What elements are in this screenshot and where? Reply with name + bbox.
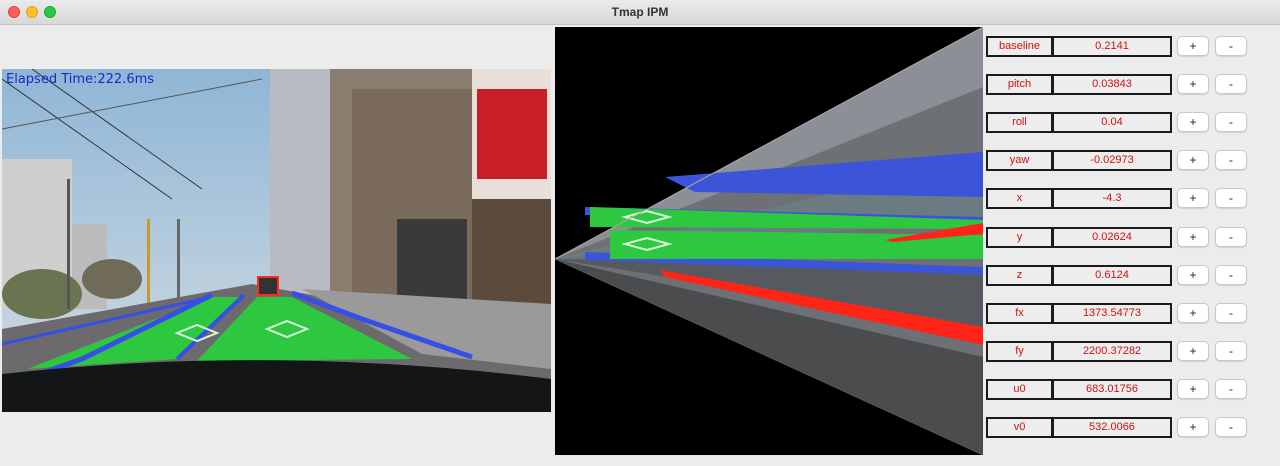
ipm-image [555, 27, 983, 455]
increase-fy-button[interactable]: + [1177, 341, 1209, 361]
param-value-v0: 532.0066 [1052, 417, 1172, 438]
elapsed-time-text: Elapsed Time:222.6ms [6, 72, 155, 87]
decrease-roll-button[interactable]: - [1215, 112, 1247, 132]
param-label-baseline: baseline [986, 36, 1053, 57]
title-bar: Tmap IPM [0, 0, 1280, 25]
param-value-z: 0.6124 [1052, 265, 1172, 286]
param-value-x: -4.3 [1052, 188, 1172, 209]
increase-fx-button[interactable]: + [1177, 303, 1209, 323]
decrease-baseline-button[interactable]: - [1215, 36, 1247, 56]
param-label-yaw: yaw [986, 150, 1053, 171]
param-value-yaw: -0.02973 [1052, 150, 1172, 171]
param-value-fy: 2200.37282 [1052, 341, 1172, 362]
window-title: Tmap IPM [611, 5, 669, 19]
decrease-fy-button[interactable]: - [1215, 341, 1247, 361]
decrease-v0-button[interactable]: - [1215, 417, 1247, 437]
param-value-u0: 683.01756 [1052, 379, 1172, 400]
param-label-pitch: pitch [986, 74, 1053, 95]
param-label-y: y [986, 227, 1053, 248]
ipm-bird-eye-view [555, 27, 983, 455]
decrease-fx-button[interactable]: - [1215, 303, 1247, 323]
main-content: Elapsed Time:222.6ms baseline 0.2141 + -… [0, 25, 1280, 466]
decrease-u0-button[interactable]: - [1215, 379, 1247, 399]
increase-u0-button[interactable]: + [1177, 379, 1209, 399]
param-label-v0: v0 [986, 417, 1053, 438]
param-value-y: 0.02624 [1052, 227, 1172, 248]
increase-v0-button[interactable]: + [1177, 417, 1209, 437]
param-label-roll: roll [986, 112, 1053, 133]
param-label-x: x [986, 188, 1053, 209]
decrease-pitch-button[interactable]: - [1215, 74, 1247, 94]
param-label-fx: fx [986, 303, 1053, 324]
decrease-yaw-button[interactable]: - [1215, 150, 1247, 170]
increase-yaw-button[interactable]: + [1177, 150, 1209, 170]
parameter-panel: baseline 0.2141 + - pitch 0.03843 + - roll 0.04 + -… [984, 25, 1280, 466]
param-value-roll: 0.04 [1052, 112, 1172, 133]
decrease-x-button[interactable]: - [1215, 188, 1247, 208]
increase-baseline-button[interactable]: + [1177, 36, 1209, 56]
increase-roll-button[interactable]: + [1177, 112, 1209, 132]
decrease-z-button[interactable]: - [1215, 265, 1247, 285]
increase-x-button[interactable]: + [1177, 188, 1209, 208]
param-label-z: z [986, 265, 1053, 286]
camera-view [2, 69, 551, 412]
param-value-fx: 1373.54773 [1052, 303, 1172, 324]
decrease-y-button[interactable]: - [1215, 227, 1247, 247]
increase-y-button[interactable]: + [1177, 227, 1209, 247]
camera-frame-image [2, 69, 551, 412]
param-value-pitch: 0.03843 [1052, 74, 1172, 95]
param-label-u0: u0 [986, 379, 1053, 400]
increase-pitch-button[interactable]: + [1177, 74, 1209, 94]
param-label-fy: fy [986, 341, 1053, 362]
increase-z-button[interactable]: + [1177, 265, 1209, 285]
param-value-baseline: 0.2141 [1052, 36, 1172, 57]
